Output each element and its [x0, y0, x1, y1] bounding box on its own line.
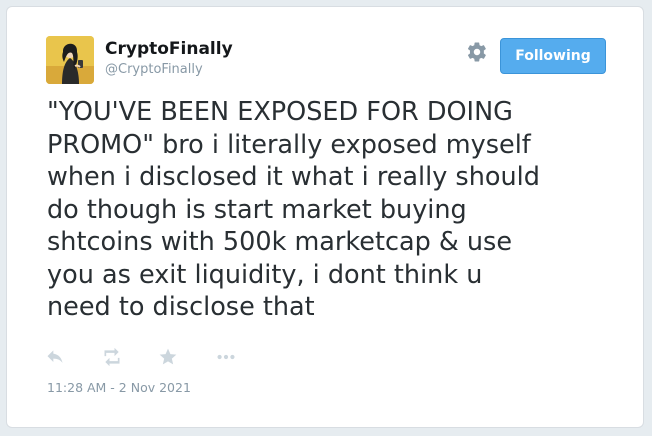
- author-display-name[interactable]: CryptoFinally: [105, 39, 233, 59]
- tweet-card: CryptoFinally @CryptoFinally Following "…: [6, 6, 644, 428]
- avatar[interactable]: [46, 36, 94, 84]
- retweet-icon[interactable]: [101, 347, 123, 367]
- more-icon[interactable]: [215, 347, 237, 367]
- tweet-timestamp[interactable]: 11:28 AM - 2 Nov 2021: [47, 380, 191, 396]
- favorite-icon[interactable]: [158, 347, 180, 367]
- author-handle[interactable]: @CryptoFinally: [105, 62, 203, 78]
- tweet-text: "YOU'VE BEEN EXPOSED FOR DOING PROMO" br…: [47, 97, 540, 322]
- gear-icon[interactable]: [466, 41, 488, 63]
- avatar-illustration-icon: [46, 36, 94, 84]
- reply-icon[interactable]: [45, 347, 67, 367]
- following-button[interactable]: Following: [500, 38, 606, 74]
